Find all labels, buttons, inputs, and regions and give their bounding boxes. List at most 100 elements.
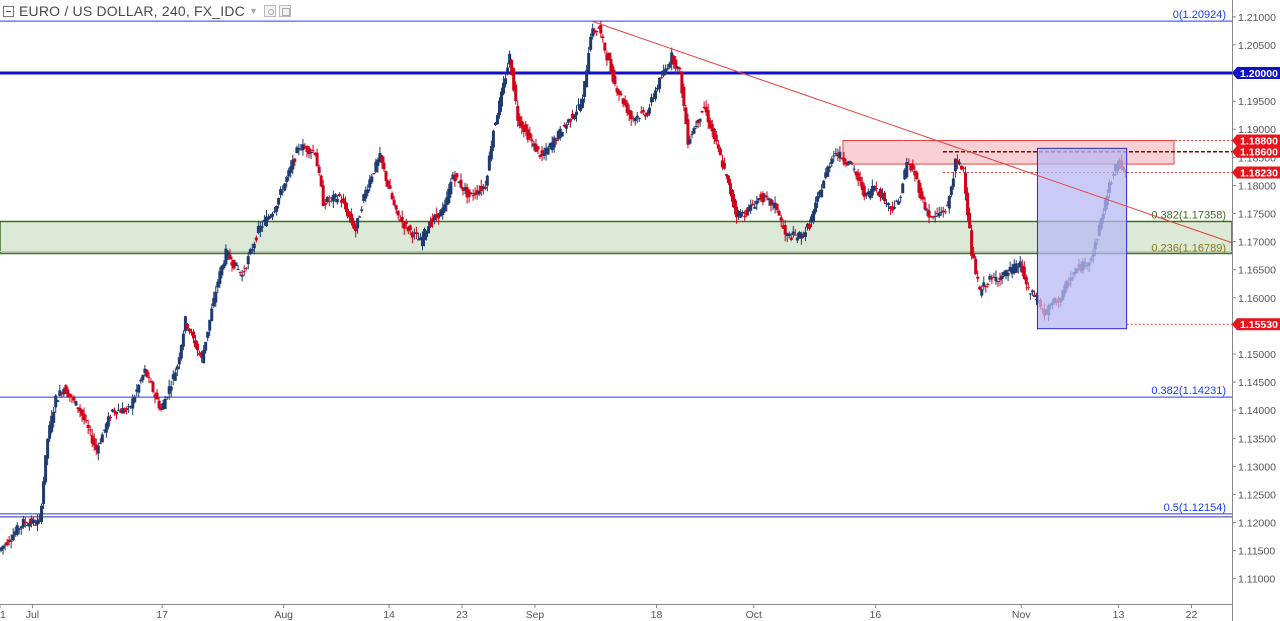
candle-body (477, 190, 481, 195)
candle-body (252, 243, 256, 249)
candle-body (285, 176, 289, 183)
candle-body (619, 93, 623, 95)
y-tick-label: 1.20500 (1238, 40, 1276, 52)
y-tick-label: 1.14500 (1238, 377, 1276, 389)
candle-body (599, 25, 603, 34)
candle-body (635, 115, 639, 118)
candle-body (115, 411, 119, 415)
candle-body (694, 126, 698, 128)
candle-body (277, 197, 281, 205)
measure-box (1036, 147, 1128, 330)
candle-body (145, 369, 149, 377)
candle-body (169, 386, 173, 391)
candle-body (5, 542, 9, 546)
candle-body (690, 134, 694, 136)
candle-body (204, 341, 208, 351)
candle-body (504, 78, 508, 85)
candle-body (554, 139, 558, 141)
x-tick-label: 13 (1113, 609, 1125, 621)
candle-body (500, 91, 504, 107)
candle-body (996, 281, 1000, 283)
candle-body (923, 202, 927, 210)
x-tick-label: Oct (746, 609, 762, 621)
candle-body (260, 226, 264, 228)
fib-label: 0(1.20924) (1173, 9, 1226, 21)
candle-body (925, 209, 929, 211)
candle-body (751, 203, 755, 206)
candle-body (427, 226, 431, 234)
candle-body (40, 505, 44, 523)
candle-body (293, 158, 297, 162)
y-tick-label: 1.12000 (1238, 518, 1276, 530)
candle-body (56, 400, 60, 402)
candle-body (185, 324, 189, 329)
candle-body (408, 225, 412, 231)
candle-body (390, 193, 394, 200)
candle-body (372, 173, 376, 175)
candle-body (574, 111, 578, 116)
candle-body (234, 262, 238, 266)
candle-body (899, 196, 903, 198)
candle-body (443, 204, 447, 212)
candle-body (834, 152, 838, 154)
candle-body (396, 210, 400, 216)
candle-body (429, 221, 433, 227)
candle-body (449, 181, 453, 195)
candle-body (783, 225, 787, 235)
price-axis: 1.210001.205001.195001.190001.185001.180… (1232, 0, 1280, 621)
candle-body (682, 86, 686, 106)
candle-body (887, 203, 891, 206)
candle-body (753, 206, 757, 209)
candle-body (236, 269, 240, 271)
candle-body (157, 400, 161, 409)
candle-body (388, 185, 392, 189)
candle-body (718, 148, 722, 156)
price-tag-label: 1.18600 (1240, 147, 1278, 159)
candle-body (281, 191, 285, 193)
candle-body (44, 455, 48, 483)
candle-body (72, 396, 76, 401)
candle-body (275, 206, 279, 212)
time-axis-bg (0, 604, 1232, 621)
candle-body (664, 68, 668, 75)
candle-body (812, 210, 816, 222)
candle-body (42, 481, 46, 505)
candle-body (495, 115, 499, 125)
candle-body (183, 316, 187, 332)
candle-body (852, 168, 856, 170)
x-tick-label: 22 (1186, 609, 1198, 621)
candle-body (874, 188, 878, 190)
candle-body (380, 155, 384, 163)
candle-body (789, 237, 793, 240)
candle-body (98, 442, 102, 444)
candle-body (595, 31, 599, 33)
candle-body (11, 534, 15, 540)
candle-body (117, 409, 121, 411)
candle-body (179, 345, 183, 359)
price-chart[interactable]: 0.382(1.17358) 0.236(1.16789) 0(1.20924) 0… (0, 0, 1280, 621)
candle-body (335, 198, 339, 203)
candle-body (633, 117, 637, 122)
candle-body (968, 212, 972, 229)
candle-body (1022, 266, 1026, 279)
candle-body (35, 520, 39, 525)
candle-body (901, 183, 905, 194)
candle-body (187, 328, 191, 332)
y-tick-label: 1.16500 (1238, 265, 1276, 277)
candle-body (943, 211, 947, 213)
candle-body (654, 90, 658, 99)
y-tick-label: 1.19000 (1238, 124, 1276, 136)
candle-body (392, 199, 396, 206)
candle-body (749, 204, 753, 211)
candle-body (100, 434, 104, 443)
candle-body (254, 237, 258, 241)
candle-body (173, 372, 177, 381)
candle-body (214, 291, 218, 303)
candle-body (970, 230, 974, 256)
candle-body (1024, 277, 1028, 285)
fib-label: 0.382(1.14231) (1151, 385, 1226, 397)
candle-body (181, 333, 185, 347)
candle-body (755, 200, 759, 205)
candle-body (826, 166, 830, 177)
x-tick-label: 1 (0, 609, 6, 621)
